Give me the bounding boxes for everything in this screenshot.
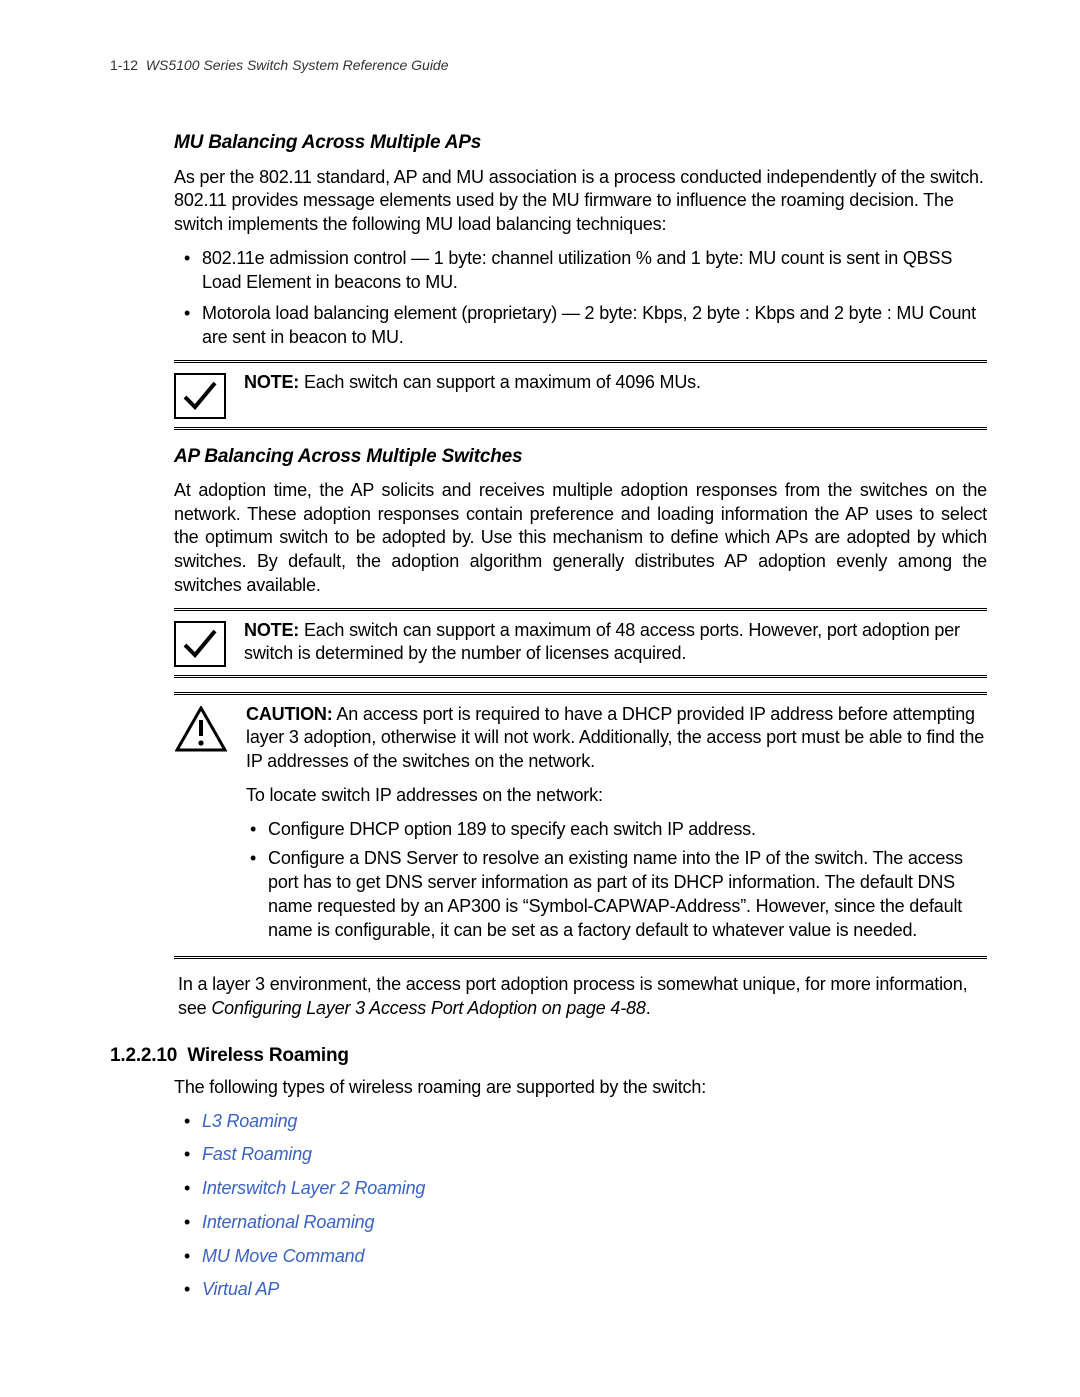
heading-ap-balancing: AP Balancing Across Multiple Switches xyxy=(174,444,987,469)
link-interswitch-l2-roaming[interactable]: Interswitch Layer 2 Roaming xyxy=(202,1178,425,1198)
note-text: Each switch can support a maximum of 409… xyxy=(304,372,701,392)
link-mu-move-command[interactable]: MU Move Command xyxy=(202,1246,364,1266)
page-header: 1-12 WS5100 Series Switch System Referen… xyxy=(110,56,987,74)
mu-balancing-item-1: 802.11e admission control — 1 byte: chan… xyxy=(202,247,987,295)
heading-wireless-roaming: 1.2.2.10 Wireless Roaming xyxy=(110,1043,987,1068)
mu-balancing-item-2: Motorola load balancing element (proprie… xyxy=(202,302,987,350)
link-fast-roaming[interactable]: Fast Roaming xyxy=(202,1144,312,1164)
locate-item-2: Configure a DNS Server to resolve an exi… xyxy=(268,847,987,942)
layer3-ref-paragraph: In a layer 3 environment, the access por… xyxy=(178,973,987,1021)
checkmark-icon xyxy=(174,621,226,667)
link-l3-roaming[interactable]: L3 Roaming xyxy=(202,1111,297,1131)
link-international-roaming[interactable]: International Roaming xyxy=(202,1212,374,1232)
wireless-roaming-intro: The following types of wireless roaming … xyxy=(174,1076,987,1100)
doc-title: WS5100 Series Switch System Reference Gu… xyxy=(146,57,449,73)
note-4096-mus: NOTE: Each switch can support a maximum … xyxy=(174,360,987,430)
checkmark-icon xyxy=(174,373,226,419)
locate-item-1: Configure DHCP option 189 to specify eac… xyxy=(268,818,987,842)
page-number: 1-12 xyxy=(110,57,138,73)
note-48-access-ports: NOTE: Each switch can support a maximum … xyxy=(174,608,987,678)
note-label: NOTE: xyxy=(244,372,299,392)
heading-mu-balancing: MU Balancing Across Multiple APs xyxy=(174,130,987,155)
layer3-ref-link: Configuring Layer 3 Access Port Adoption… xyxy=(211,998,645,1018)
mu-balancing-intro: As per the 802.11 standard, AP and MU as… xyxy=(174,166,987,237)
caution-text: An access port is required to have a DHC… xyxy=(246,704,984,772)
warning-icon xyxy=(174,705,228,753)
locate-intro: To locate switch IP addresses on the net… xyxy=(246,784,987,808)
note-label: NOTE: xyxy=(244,620,299,640)
link-virtual-ap[interactable]: Virtual AP xyxy=(202,1279,279,1299)
caution-dhcp-ip: CAUTION: An access port is required to h… xyxy=(174,692,987,960)
ap-balancing-intro: At adoption time, the AP solicits and re… xyxy=(174,479,987,598)
note-text: Each switch can support a maximum of 48 … xyxy=(244,620,960,664)
caution-label: CAUTION: xyxy=(246,704,333,724)
